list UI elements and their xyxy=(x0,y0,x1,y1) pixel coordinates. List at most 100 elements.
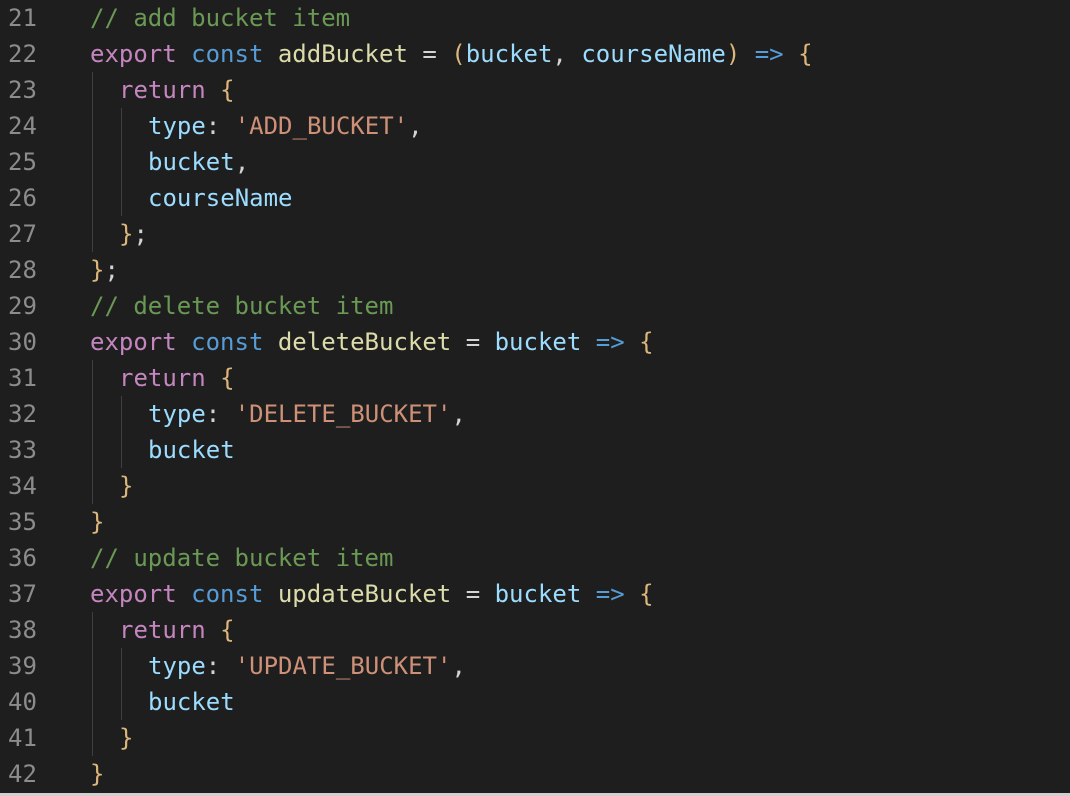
token-var: bucket xyxy=(148,436,235,464)
code-content: type: 'UPDATE_BUCKET', xyxy=(148,648,466,684)
line-number: 42 xyxy=(8,760,37,788)
code-line[interactable]: 25 bucket, xyxy=(0,144,1070,180)
code-content: // delete bucket item xyxy=(90,288,393,324)
code-line[interactable]: 22 export const addBucket = (bucket, cour… xyxy=(0,36,1070,72)
code-content: bucket xyxy=(148,432,235,468)
line-number: 39 xyxy=(8,652,37,680)
token-arrow: => xyxy=(595,580,625,608)
token-plain: : xyxy=(205,400,235,428)
line-number: 25 xyxy=(8,148,37,176)
code-content: } xyxy=(119,468,133,504)
indent-guide xyxy=(92,684,93,720)
code-content: }; xyxy=(90,252,119,288)
code-content: } xyxy=(119,720,133,756)
code-line[interactable]: 24 type: 'ADD_BUCKET', xyxy=(0,108,1070,144)
token-plain: , xyxy=(552,40,582,68)
indent-guide xyxy=(121,684,122,720)
line-number: 26 xyxy=(8,184,37,212)
token-plain: , xyxy=(451,400,466,428)
indent-guide xyxy=(92,432,93,468)
code-line[interactable]: 21 // add bucket item xyxy=(0,0,1070,36)
line-number: 29 xyxy=(8,292,37,320)
code-content: bucket xyxy=(148,684,235,720)
token-plain: : xyxy=(205,652,235,680)
token-var: bucket xyxy=(148,688,235,716)
code-content: bucket, xyxy=(148,144,249,180)
code-line[interactable]: 33 bucket xyxy=(0,432,1070,468)
token-str: 'UPDATE_BUCKET' xyxy=(234,652,452,680)
token-plain: , xyxy=(408,112,423,140)
line-number: 40 xyxy=(8,688,37,716)
code-line[interactable]: 23 return { xyxy=(0,72,1070,108)
token-plain: : xyxy=(205,112,235,140)
code-content: return { xyxy=(119,72,235,108)
code-content: } xyxy=(90,504,104,540)
code-line[interactable]: 31 return { xyxy=(0,360,1070,396)
code-content: return { xyxy=(119,360,235,396)
code-line[interactable]: 37 export const updateBucket = bucket => … xyxy=(0,576,1070,612)
code-line[interactable]: 42} xyxy=(0,756,1070,792)
token-plain: = xyxy=(451,580,495,608)
token-plain: = xyxy=(407,40,452,68)
token-storage: const xyxy=(191,328,264,356)
indent-guide xyxy=(121,180,122,216)
code-content: } xyxy=(90,756,104,792)
token-plain: ; xyxy=(133,220,148,248)
token-plain: , xyxy=(234,148,250,176)
code-line[interactable]: 38 return { xyxy=(0,612,1070,648)
token-str: 'ADD_BUCKET' xyxy=(234,112,409,140)
token-brace: { xyxy=(220,76,235,104)
token-comment: // delete bucket item xyxy=(90,292,394,320)
indent-guide xyxy=(121,144,122,180)
token-var: type xyxy=(148,652,206,680)
token-var: bucket xyxy=(148,148,235,176)
indent-guide xyxy=(92,108,93,144)
token-keyword: export xyxy=(90,328,177,356)
token-keyword: return xyxy=(119,364,206,392)
code-line[interactable]: 27}; xyxy=(0,216,1070,252)
token-brace: { xyxy=(639,580,654,608)
code-line[interactable]: 41} xyxy=(0,720,1070,756)
token-plain: = xyxy=(451,328,495,356)
indent-guide xyxy=(92,612,93,648)
code-line[interactable]: 26 courseName xyxy=(0,180,1070,216)
token-storage: const xyxy=(191,40,264,68)
token-brace: ) xyxy=(725,40,741,68)
token-brace: { xyxy=(798,40,813,68)
indent-guide xyxy=(121,432,122,468)
token-keyword: export xyxy=(90,580,177,608)
token-comment: // add bucket item xyxy=(90,4,351,32)
token-str: 'DELETE_BUCKET' xyxy=(234,400,452,428)
indent-guide xyxy=(92,144,93,180)
code-content: export const addBucket = (bucket, course… xyxy=(90,36,813,72)
code-editor[interactable]: 21 // add bucket item 22 export const addBu… xyxy=(0,0,1070,796)
code-line[interactable]: 36 // update bucket item xyxy=(0,540,1070,576)
token-storage: const xyxy=(191,580,264,608)
token-brace: ( xyxy=(451,40,466,68)
code-line[interactable]: 35} xyxy=(0,504,1070,540)
code-line[interactable]: 32 type: 'DELETE_BUCKET', xyxy=(0,396,1070,432)
code-line[interactable]: 30 export const deleteBucket = bucket => … xyxy=(0,324,1070,360)
line-number: 38 xyxy=(8,616,37,644)
code-line[interactable]: 40 bucket xyxy=(0,684,1070,720)
code-line[interactable]: 29 // delete bucket item xyxy=(0,288,1070,324)
code-line[interactable]: 34} xyxy=(0,468,1070,504)
code-line[interactable]: 39 type: 'UPDATE_BUCKET', xyxy=(0,648,1070,684)
token-brace: } xyxy=(119,472,134,500)
token-var: type xyxy=(148,112,206,140)
token-brace: { xyxy=(220,364,235,392)
token-keyword: return xyxy=(119,76,206,104)
code-line[interactable]: 28}; xyxy=(0,252,1070,288)
line-number: 32 xyxy=(8,400,37,428)
token-brace: } xyxy=(90,256,105,284)
token-brace: } xyxy=(90,760,105,788)
